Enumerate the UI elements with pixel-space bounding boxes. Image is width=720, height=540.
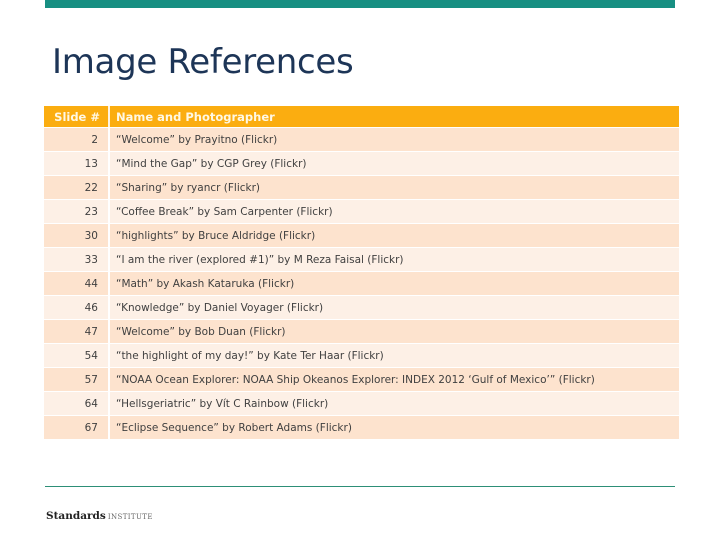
slide-number-cell: 13 — [44, 151, 110, 175]
brand-name-bold: Standards — [46, 510, 106, 522]
table-row: 54 “the highlight of my day!” by Kate Ter… — [44, 343, 679, 367]
slide-number-cell: 2 — [44, 127, 110, 151]
table-row: 67 “Eclipse Sequence” by Robert Adams (Fl… — [44, 415, 679, 439]
table-row: 64 “Hellsgeriatric” by Vít C Rainbow (Fli… — [44, 391, 679, 415]
slide-number-cell: 44 — [44, 271, 110, 295]
table-row: 2 “Welcome” by Prayitno (Flickr) — [44, 127, 679, 151]
slide-number-cell: 67 — [44, 415, 110, 439]
credit-cell: “Welcome” by Bob Duan (Flickr) — [110, 319, 679, 343]
table-row: 46 “Knowledge” by Daniel Voyager (Flickr) — [44, 295, 679, 319]
table-row: 23 “Coffee Break” by Sam Carpenter (Flick… — [44, 199, 679, 223]
credit-cell: “NOAA Ocean Explorer: NOAA Ship Okeanos … — [110, 367, 679, 391]
top-accent-bar — [45, 0, 675, 8]
credit-cell: “Math” by Akash Kataruka (Flickr) — [110, 271, 679, 295]
table-row: 44 “Math” by Akash Kataruka (Flickr) — [44, 271, 679, 295]
footer-divider — [45, 486, 675, 487]
credit-cell: “Coffee Break” by Sam Carpenter (Flickr) — [110, 199, 679, 223]
table-row: 57 “NOAA Ocean Explorer: NOAA Ship Okeano… — [44, 367, 679, 391]
table-row: 30 “highlights” by Bruce Aldridge (Flickr… — [44, 223, 679, 247]
slide-number-cell: 46 — [44, 295, 110, 319]
credit-cell: “Welcome” by Prayitno (Flickr) — [110, 127, 679, 151]
table-header-row: Slide # Name and Photographer — [44, 106, 679, 127]
header-name-photographer: Name and Photographer — [110, 106, 679, 127]
credit-cell: “Mind the Gap” by CGP Grey (Flickr) — [110, 151, 679, 175]
credit-cell: “the highlight of my day!” by Kate Ter H… — [110, 343, 679, 367]
table-row: 22 “Sharing” by ryancr (Flickr) — [44, 175, 679, 199]
table-row: 13 “Mind the Gap” by CGP Grey (Flickr) — [44, 151, 679, 175]
credit-cell: “Eclipse Sequence” by Robert Adams (Flic… — [110, 415, 679, 439]
slide-number-cell: 33 — [44, 247, 110, 271]
slide-number-cell: 57 — [44, 367, 110, 391]
slide-number-cell: 64 — [44, 391, 110, 415]
slide-number-cell: 23 — [44, 199, 110, 223]
brand-name-light: INSTITUTE — [107, 513, 153, 521]
credit-cell: “Hellsgeriatric” by Vít C Rainbow (Flick… — [110, 391, 679, 415]
table-row: 33 “I am the river (explored #1)” by M Re… — [44, 247, 679, 271]
table-row: 47 “Welcome” by Bob Duan (Flickr) — [44, 319, 679, 343]
image-references-table: Slide # Name and Photographer 2 “Welcome”… — [44, 106, 679, 439]
slide-number-cell: 47 — [44, 319, 110, 343]
slide-number-cell: 30 — [44, 223, 110, 247]
page-title: Image References — [52, 42, 354, 82]
slide-number-cell: 22 — [44, 175, 110, 199]
credit-cell: “Knowledge” by Daniel Voyager (Flickr) — [110, 295, 679, 319]
brand-logo: Standards INSTITUTE — [46, 504, 153, 523]
credit-cell: “I am the river (explored #1)” by M Reza… — [110, 247, 679, 271]
header-slide-number: Slide # — [44, 106, 110, 127]
credit-cell: “highlights” by Bruce Aldridge (Flickr) — [110, 223, 679, 247]
slide-number-cell: 54 — [44, 343, 110, 367]
credit-cell: “Sharing” by ryancr (Flickr) — [110, 175, 679, 199]
